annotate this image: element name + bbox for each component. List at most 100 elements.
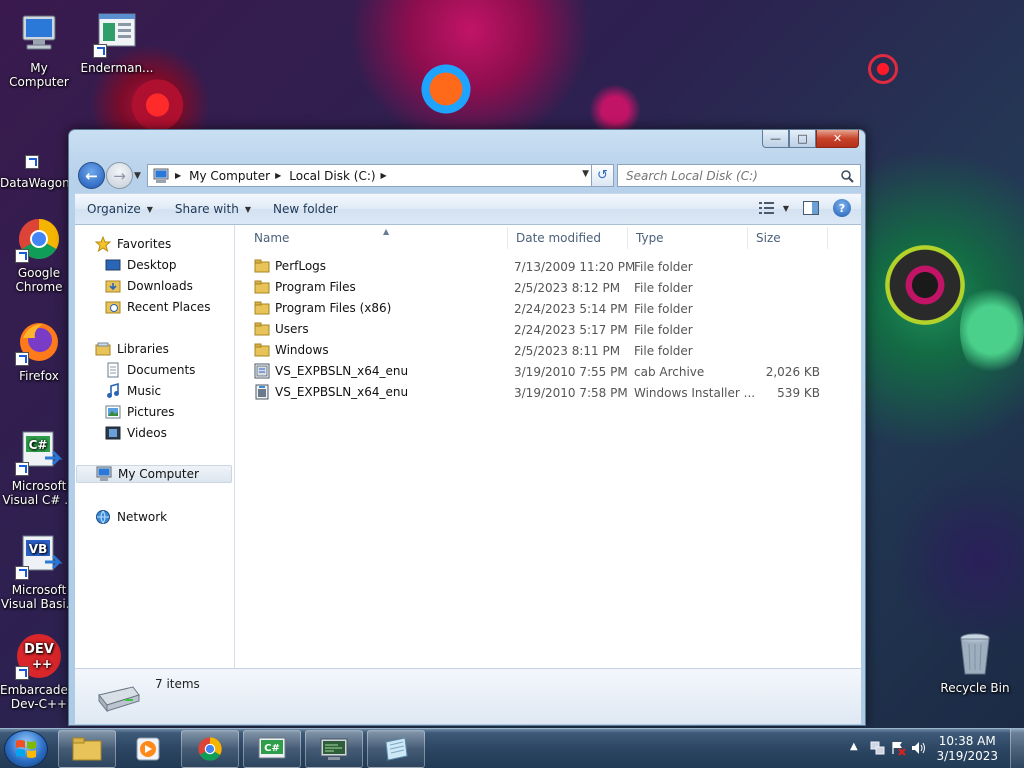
show-hidden-icons-icon[interactable]: ▲ (850, 741, 858, 752)
desktop-icon-dev-cpp[interactable]: DEV ++ Embarcadero Dev-C++ (0, 632, 80, 711)
taskbar-explorer-button[interactable] (58, 730, 116, 768)
nav-videos[interactable]: Videos (105, 424, 167, 442)
nav-network[interactable]: Network (95, 508, 167, 526)
clock[interactable]: 10:38 AM 3/19/2023 (936, 734, 998, 764)
msi-file-icon (255, 384, 269, 400)
new-folder-button[interactable]: New folder (273, 202, 338, 216)
taskbar-visual-csharp-button[interactable]: C# (243, 730, 301, 768)
file-row[interactable]: VS_EXPBSLN_x64_enu 3/19/2010 7:55 PM cab A… (246, 362, 846, 383)
file-row[interactable]: Windows 2/5/2023 8:11 PM File folder (246, 341, 846, 362)
organize-button[interactable]: Organize ▼ (87, 202, 153, 216)
desktop-icon-firefox[interactable]: Firefox (0, 318, 78, 383)
wallpaper-decoration (420, 58, 472, 120)
help-icon[interactable]: ? (833, 199, 851, 217)
close-button[interactable]: ✕ (816, 130, 859, 148)
share-with-button[interactable]: Share with ▼ (175, 202, 251, 216)
wallpaper-decoration (960, 280, 1024, 380)
desktop-icon-enderman[interactable]: Enderman... (78, 10, 156, 75)
breadcrumb-separator-icon[interactable]: ▶ (275, 171, 281, 180)
breadcrumb-local-disk[interactable]: Local Disk (C:) ▶ (289, 169, 386, 183)
file-date: 2/5/2023 8:12 PM (514, 281, 621, 295)
notepad-icon (385, 737, 408, 761)
desktop-icon-google-chrome[interactable]: Google Chrome (0, 215, 78, 294)
desktop-icon-datawagon[interactable]: DataWagon... (0, 125, 81, 190)
shortcut-arrow-icon (15, 249, 29, 263)
taskbar-media-player-button[interactable] (119, 730, 177, 768)
wallpaper-decoration (880, 240, 970, 330)
nav-desktop[interactable]: Desktop (105, 256, 177, 274)
desktop-icon-visual-csharp[interactable]: C# Microsoft Visual C# ... (0, 428, 78, 507)
explorer-content: Favorites Desktop Downloads Recent Place… (75, 225, 861, 668)
file-type: Windows Installer ... (634, 386, 756, 400)
network-status-icon[interactable] (870, 740, 886, 756)
nav-documents[interactable]: Documents (105, 361, 195, 379)
shortcut-arrow-icon (15, 462, 29, 476)
computer-icon (153, 168, 169, 183)
folder-icon (254, 259, 270, 273)
wallpaper-decoration (580, 85, 650, 135)
taskbar-chrome-button[interactable] (181, 730, 239, 768)
file-type: cab Archive (634, 365, 705, 379)
breadcrumb-separator-icon[interactable]: ▶ (175, 171, 181, 180)
preview-pane-icon[interactable] (803, 201, 819, 215)
file-row[interactable]: Program Files (x86) 2/24/2023 5:14 PM File… (246, 299, 846, 320)
recent-pages-dropdown[interactable]: ▼ (134, 171, 141, 181)
shortcut-arrow-icon (15, 666, 29, 680)
desktop-icon-recycle-bin[interactable]: Recycle Bin (936, 630, 1014, 695)
column-header-date-modified[interactable]: Date modified (508, 227, 628, 249)
file-row[interactable]: VS_EXPBSLN_x64_enu 3/19/2010 7:58 PM Windo… (246, 383, 846, 404)
minimize-button[interactable]: — (762, 130, 789, 148)
change-view-button[interactable]: ▼ (758, 202, 789, 214)
shortcut-arrow-icon (25, 155, 39, 169)
file-type: File folder (634, 344, 693, 358)
refresh-button[interactable]: ↺ (591, 164, 614, 187)
pictures-icon (105, 405, 121, 419)
nav-pictures[interactable]: Pictures (105, 403, 175, 421)
breadcrumb-separator-icon[interactable]: ▶ (381, 171, 387, 180)
taskbar: C# ▲ 10:38 AM 3/19/2023 (0, 728, 1024, 768)
address-bar[interactable]: ▶ My Computer ▶ Local Disk (C:) ▶ ▼ (147, 164, 594, 187)
maximize-button[interactable]: □ (789, 130, 816, 148)
search-box[interactable] (617, 164, 861, 187)
column-header-name[interactable]: Name ▲ (246, 227, 508, 249)
desktop-icon-my-computer[interactable]: My Computer (0, 10, 78, 89)
address-history-dropdown[interactable]: ▼ (582, 169, 589, 179)
nav-libraries[interactable]: Libraries (95, 340, 169, 358)
recent-places-icon (105, 301, 121, 314)
forward-button[interactable]: → (106, 162, 133, 189)
taskbar-notepad-button[interactable] (367, 730, 425, 768)
file-name: Program Files (275, 280, 356, 294)
file-name-cell: VS_EXPBSLN_x64_enu (254, 363, 408, 379)
nav-my-computer[interactable]: My Computer (76, 465, 232, 483)
start-button[interactable] (4, 730, 48, 768)
file-row[interactable]: Users 2/24/2023 5:17 PM File folder (246, 320, 846, 341)
action-center-icon[interactable] (890, 740, 906, 756)
column-header-size[interactable]: Size (748, 227, 828, 249)
file-row[interactable]: Program Files 2/5/2023 8:12 PM File folder (246, 278, 846, 299)
taskbar-app-button[interactable] (305, 730, 363, 768)
file-row[interactable]: PerfLogs 7/13/2009 11:20 PM File folder (246, 257, 846, 278)
documents-icon (107, 362, 119, 378)
back-button[interactable]: ← (78, 162, 105, 189)
nav-downloads[interactable]: Downloads (105, 277, 193, 295)
music-icon (107, 383, 119, 398)
breadcrumb-my-computer[interactable]: My Computer ▶ (189, 169, 281, 183)
file-name: VS_EXPBSLN_x64_enu (275, 385, 409, 399)
wallpaper-decoration (868, 54, 898, 84)
system-tray: ▲ 10:38 AM 3/19/2023 (844, 729, 1024, 768)
desktop-icon-label: Microsoft Visual Basi... (0, 583, 78, 611)
windows-logo-icon (16, 740, 36, 758)
search-icon[interactable] (840, 169, 854, 183)
file-date: 2/24/2023 5:14 PM (514, 302, 628, 316)
nav-recent-places[interactable]: Recent Places (105, 298, 210, 316)
folder-icon (254, 301, 270, 315)
nav-music[interactable]: Music (105, 382, 161, 400)
file-name: Windows (275, 343, 329, 357)
volume-icon[interactable] (910, 740, 926, 756)
desktop-icon-visual-basic[interactable]: VB Microsoft Visual Basi... (0, 532, 78, 611)
caption-buttons: — □ ✕ (762, 130, 859, 148)
column-header-type[interactable]: Type (628, 227, 748, 249)
search-input[interactable] (626, 168, 826, 183)
show-desktop-button[interactable] (1010, 729, 1024, 768)
nav-favorites[interactable]: Favorites (95, 235, 171, 253)
